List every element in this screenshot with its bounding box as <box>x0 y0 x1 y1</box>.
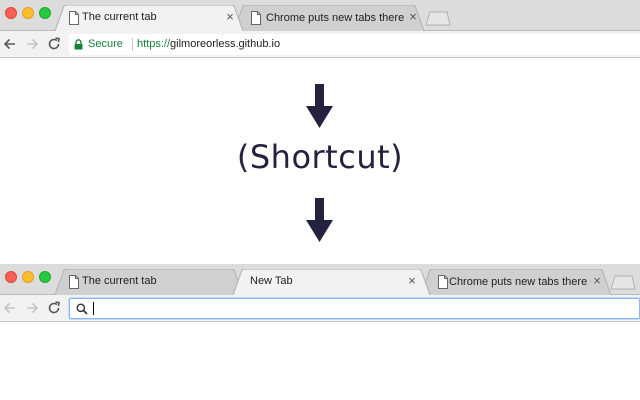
close-icon[interactable]: × <box>591 274 603 288</box>
tab-new-tab[interactable]: New Tab × <box>233 269 430 295</box>
tab-title: The current tab <box>82 11 157 23</box>
back-icon[interactable] <box>2 36 18 52</box>
zoom-window-button[interactable] <box>39 271 51 283</box>
tab-current[interactable]: The current tab <box>55 269 243 295</box>
address-bar[interactable] <box>69 298 640 319</box>
tab-chrome-puts-new-tabs-there[interactable]: Chrome puts new tabs there ⇒ × <box>234 5 424 31</box>
page-icon <box>251 11 261 25</box>
divider <box>132 38 133 51</box>
text-caret <box>93 302 94 315</box>
toolbar <box>0 295 640 322</box>
page-icon <box>438 275 448 289</box>
tab-current[interactable]: The current tab × <box>55 5 243 31</box>
search-icon <box>76 303 88 315</box>
tab-chrome-puts-new-tabs-there[interactable]: Chrome puts new tabs there ⇒ × <box>421 269 611 295</box>
top-browser-window: The current tab × Chrome puts new tabs t… <box>0 0 640 58</box>
toolbar: Secure https://gilmoreorless.github.io <box>0 31 640 58</box>
new-tab-icon[interactable] <box>425 11 451 26</box>
minimize-window-button[interactable] <box>22 7 34 19</box>
tab-title: Chrome puts new tabs there ⇒ <box>449 276 591 288</box>
url-host: gilmoreorless.github.io <box>170 38 281 50</box>
close-window-button[interactable] <box>5 271 17 283</box>
reload-icon[interactable] <box>46 36 62 52</box>
down-arrow-icon <box>306 198 333 242</box>
down-arrow-icon <box>306 84 333 128</box>
close-icon[interactable]: × <box>406 274 418 288</box>
url-scheme: https:// <box>137 38 171 50</box>
secure-label: Secure <box>88 38 123 50</box>
close-window-button[interactable] <box>5 7 17 19</box>
tab-strip: The current tab New Tab × Chrome puts ne… <box>0 264 640 295</box>
tab-title: The current tab <box>82 275 157 287</box>
tab-title: New Tab <box>250 275 293 287</box>
address-bar[interactable]: Secure https://gilmoreorless.github.io <box>69 34 640 55</box>
page-icon <box>69 11 79 25</box>
url-text: https://gilmoreorless.github.io <box>137 38 280 50</box>
lock-icon <box>74 39 83 50</box>
close-icon[interactable]: × <box>224 10 236 24</box>
tab-strip: The current tab × Chrome puts new tabs t… <box>0 0 640 31</box>
close-icon[interactable]: × <box>407 10 419 24</box>
bottom-browser-window: The current tab New Tab × Chrome puts ne… <box>0 264 640 322</box>
zoom-window-button[interactable] <box>39 7 51 19</box>
shortcut-label: (Shortcut) <box>236 138 404 176</box>
reload-icon[interactable] <box>46 300 62 316</box>
new-tab-icon[interactable] <box>610 275 636 290</box>
page-icon <box>69 275 79 289</box>
back-icon[interactable] <box>2 300 18 316</box>
forward-icon[interactable] <box>24 300 40 316</box>
tab-title: Chrome puts new tabs there ⇒ <box>266 12 408 24</box>
minimize-window-button[interactable] <box>22 271 34 283</box>
forward-icon[interactable] <box>24 36 40 52</box>
